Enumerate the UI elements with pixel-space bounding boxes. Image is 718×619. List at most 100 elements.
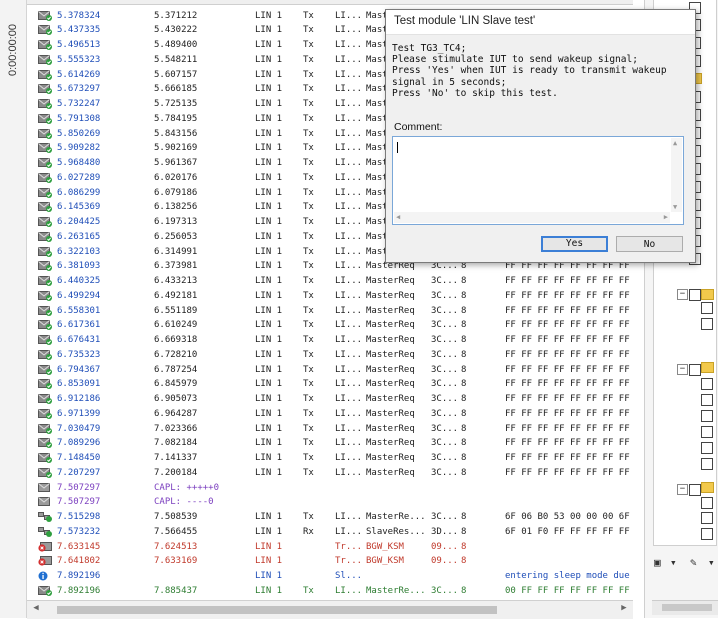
trace-row[interactable]: 6.676431 6.669318 LIN 1 Tx LI... MasterReq 3C.… [27, 333, 633, 348]
trace-row[interactable]: 7.515298 7.508539 LIN 1 Tx LI... MasterRe... 3… [27, 510, 633, 525]
chi-cell: LI... [335, 84, 363, 95]
scroll-left-arrow-icon[interactable]: ◀ [31, 603, 41, 615]
column-header[interactable]: Chi... [335, 0, 358, 3]
trace-row[interactable]: 6.440325 6.433213 LIN 1 Tx LI... MasterReq 3C.… [27, 274, 633, 289]
no-button[interactable]: No [616, 236, 683, 252]
start-of-frame-cell: 5.902169 [154, 143, 198, 154]
channel-cell: LIN 1 [255, 290, 283, 301]
time-cell: 5.791308 [57, 113, 101, 124]
column-header[interactable]: Dir [303, 0, 316, 3]
chi-cell: LI... [335, 526, 363, 537]
time-cell: 6.145369 [57, 202, 101, 213]
trace-row[interactable]: 6.971399 6.964287 LIN 1 Tx LI... MasterReq 3C.… [27, 407, 633, 422]
tree-checkbox[interactable] [689, 289, 701, 301]
dropdown-arrow-icon[interactable]: ▾ [708, 556, 715, 569]
info-icon [38, 571, 52, 581]
scroll-thumb[interactable] [57, 606, 497, 614]
dir-cell: Tx [303, 512, 314, 522]
id-cell: 3C... [431, 349, 459, 360]
trace-row[interactable]: 6.499294 6.492181 LIN 1 Tx LI... MasterReq 3C.… [27, 289, 633, 304]
trace-row[interactable]: 6.735323 6.728210 LIN 1 Tx LI... MasterReq 3C.… [27, 348, 633, 363]
time-cell: 5.378324 [57, 10, 101, 21]
scroll-up-arrow-icon[interactable]: ▲ [673, 139, 677, 147]
column-header[interactable]: Frame N... [366, 0, 413, 3]
tree-checkbox[interactable] [701, 458, 713, 470]
edit-icon[interactable]: ✎ [690, 556, 697, 569]
tree-horizontal-scrollbar[interactable] [652, 600, 718, 615]
tree-collapse-icon[interactable]: − [677, 364, 688, 375]
tree-checkbox[interactable] [701, 302, 713, 314]
column-header[interactable]: Start of Frame [154, 0, 218, 3]
tree-collapse-icon[interactable]: − [677, 289, 688, 300]
trace-row[interactable]: 6.912186 6.905073 LIN 1 Tx LI... MasterReq 3C.… [27, 392, 633, 407]
data-cell: FF FF FF FF FF FF FF FF [505, 364, 630, 375]
scroll-down-arrow-icon[interactable]: ▼ [673, 203, 677, 211]
comment-textarea[interactable]: ▲ ▼ ◀ ▶ [392, 136, 684, 225]
trace-row[interactable]: 7.148450 7.141337 LIN 1 Tx LI... MasterReq 3C.… [27, 451, 633, 466]
id-cell: 3C... [431, 320, 459, 331]
trace-row[interactable]: 6.853091 6.845979 LIN 1 Tx LI... MasterReq 3C.… [27, 377, 633, 392]
tree-checkbox[interactable] [701, 442, 713, 454]
chi-cell: Sl... [335, 571, 363, 581]
column-header[interactable]: Chann... [257, 0, 295, 3]
message-ok-icon [38, 113, 52, 124]
dir-cell: Tx [303, 25, 314, 36]
comment-horizontal-scrollbar[interactable]: ◀ ▶ [394, 212, 670, 223]
scroll-left-arrow-icon[interactable]: ◀ [396, 213, 400, 221]
trace-row[interactable]: 6.794367 6.787254 LIN 1 Tx LI... MasterReq 3C.… [27, 363, 633, 378]
id-cell: 3C... [431, 394, 459, 404]
trace-row[interactable]: 7.030479 7.023366 LIN 1 Tx LI... MasterReq 3C.… [27, 422, 633, 437]
column-header[interactable]: Time [29, 0, 51, 3]
trace-row[interactable]: 7.573232 7.566455 LIN 1 Rx LI... SlaveRes... 3… [27, 525, 633, 540]
scroll-right-arrow-icon[interactable]: ▶ [664, 213, 668, 221]
time-cell: 6.735323 [57, 349, 101, 360]
tree-collapse-icon[interactable]: − [677, 484, 688, 495]
trace-row[interactable]: 7.207297 7.200184 LIN 1 Tx LI... MasterReq 3C.… [27, 466, 633, 481]
column-header[interactable]: DLC [457, 0, 477, 3]
channel-cell: LIN 1 [255, 379, 283, 390]
tree-checkbox[interactable] [689, 484, 701, 496]
message-ok-icon [38, 187, 52, 198]
trace-row[interactable]: 7.507297 CAPL: +++++0 [27, 481, 633, 496]
data-cell: FF FF FF FF FF FF FF FF [505, 423, 630, 434]
scroll-thumb[interactable] [662, 604, 712, 611]
dir-cell: Tx [303, 99, 314, 109]
trace-row[interactable]: 7.641802 7.633169 LIN 1 Tr... BGW_KSM 09... 8 [27, 554, 633, 569]
trace-row[interactable]: 7.892196 LIN 1 Sl... entering sleep mode du… [27, 569, 633, 584]
trace-row[interactable]: 6.617361 6.610249 LIN 1 Tx LI... MasterReq 3C.… [27, 318, 633, 333]
tree-checkbox[interactable] [701, 497, 713, 509]
tree-checkbox[interactable] [701, 410, 713, 422]
chi-cell: LI... [335, 453, 363, 463]
time-cell: 6.027289 [57, 172, 101, 183]
tree-checkbox[interactable] [701, 318, 713, 330]
tree-checkbox[interactable] [701, 394, 713, 406]
scroll-right-arrow-icon[interactable]: ▶ [619, 603, 629, 615]
start-of-frame-cell: 5.961367 [154, 158, 198, 168]
frame-name-cell: SlaveRes... [366, 526, 426, 537]
id-cell: 3C... [431, 512, 459, 522]
id-cell: 3C... [431, 585, 459, 596]
column-header[interactable]: ID [431, 0, 441, 3]
tree-checkbox[interactable] [701, 528, 713, 540]
tree-checkbox[interactable] [701, 426, 713, 438]
trace-row[interactable]: 7.089296 7.082184 LIN 1 Tx LI... MasterReq 3C.… [27, 436, 633, 451]
tree-checkbox[interactable] [701, 378, 713, 390]
trace-row[interactable]: 7.892196 7.885437 LIN 1 Tx LI... MasterRe... 3… [27, 584, 633, 599]
tree-checkbox[interactable] [701, 512, 713, 524]
trace-row[interactable]: 7.507297 CAPL: ----0 [27, 495, 633, 510]
tree-toolbar: ▣ ▾ ✎ ▾ [652, 556, 718, 572]
dialog-body: Test TG3_TC4; Please stimulate IUT to se… [386, 35, 695, 262]
column-header[interactable]: Data [505, 0, 526, 3]
dialog-titlebar[interactable]: Test module 'LIN Slave test' [386, 10, 695, 35]
dropdown-arrow-icon[interactable]: ▾ [670, 556, 677, 569]
dlc-cell: 8 [461, 467, 467, 478]
folder-icon [701, 289, 714, 300]
comment-vertical-scrollbar[interactable]: ▲ ▼ [671, 138, 682, 212]
trace-row[interactable]: 6.558301 6.551189 LIN 1 Tx LI... MasterReq 3C.… [27, 304, 633, 319]
time-cell: 6.617361 [57, 320, 101, 331]
yes-button[interactable]: Yes [541, 236, 608, 252]
trace-row[interactable]: 7.633145 7.624513 LIN 1 Tr... BGW_KSM 09... 8 [27, 540, 633, 555]
trace-horizontal-scrollbar[interactable]: ◀ ▶ [27, 600, 633, 619]
tree-checkbox[interactable] [689, 364, 701, 376]
report-icon[interactable]: ▣ [654, 556, 661, 569]
